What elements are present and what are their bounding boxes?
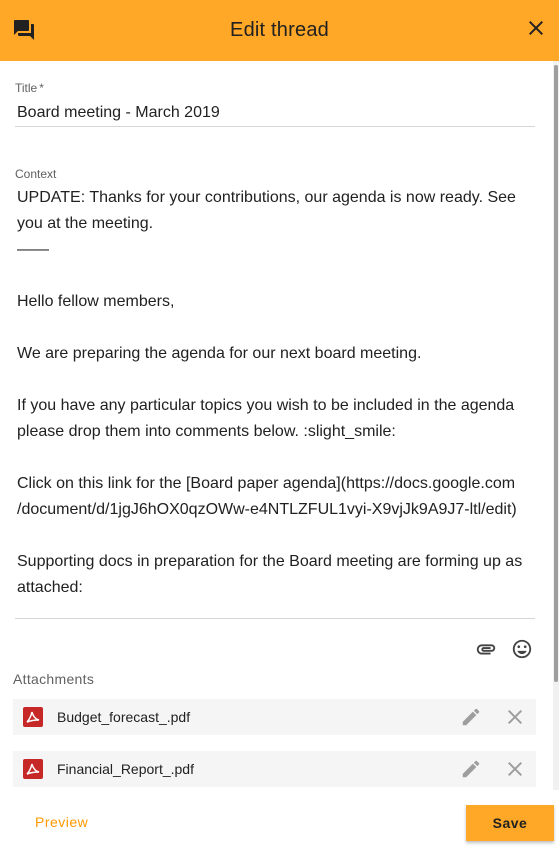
context-line: Supporting docs in preparation for the B…	[17, 553, 523, 570]
pdf-icon	[23, 707, 43, 727]
paperclip-icon[interactable]	[474, 637, 498, 661]
context-label: Context	[15, 167, 57, 181]
close-button[interactable]	[522, 16, 550, 44]
context-line: Click on this link for the [Board paper …	[17, 475, 516, 492]
context-line	[17, 523, 535, 549]
title-label-text: Title	[15, 81, 38, 95]
attachment-name: Budget_forecast_.pdf	[57, 709, 191, 725]
context-line: please drop them into comments below. :s…	[17, 423, 396, 440]
close-icon	[524, 16, 548, 45]
emoji-icon[interactable]	[510, 637, 534, 661]
edit-icon[interactable]	[460, 706, 482, 728]
context-line: you at the meeting.	[17, 215, 154, 232]
dialog-header: Edit thread	[0, 0, 559, 61]
context-line	[17, 367, 535, 393]
context-line: ——	[17, 241, 49, 258]
forum-icon	[12, 18, 36, 42]
dialog-footer: Preview Save	[0, 790, 559, 850]
title-input[interactable]	[15, 99, 535, 127]
context-line: Hello fellow members,	[17, 293, 175, 310]
remove-icon[interactable]	[503, 705, 527, 729]
context-line	[17, 263, 535, 289]
remove-icon[interactable]	[503, 757, 527, 781]
attachment-item[interactable]: Financial_Report_.pdf	[13, 751, 536, 787]
edit-icon[interactable]	[460, 758, 482, 780]
context-textarea[interactable]: UPDATE: Thanks for your contributions, o…	[15, 185, 535, 619]
context-line: /document/d/1jgJ6hOX0qzOWw-e4NTLZFUL1vyi…	[17, 501, 517, 518]
context-line: attached:	[17, 579, 83, 596]
attachment-item[interactable]: Budget_forecast_.pdf	[13, 699, 536, 735]
preview-button[interactable]: Preview	[21, 804, 102, 840]
scrollbar-thumb[interactable]	[554, 65, 558, 682]
dialog-title: Edit thread	[230, 19, 329, 41]
context-line: We are preparing the agenda for our next…	[17, 345, 422, 362]
context-line	[17, 445, 535, 471]
required-mark: *	[39, 81, 44, 95]
pdf-icon	[23, 759, 43, 779]
scrollbar-track[interactable]	[553, 61, 559, 790]
form-scroll-area[interactable]: Title* Context UPDATE: Thanks for your c…	[0, 61, 559, 790]
save-button[interactable]: Save	[466, 805, 554, 841]
title-label: Title *	[15, 81, 44, 95]
context-line	[17, 315, 535, 341]
context-line: If you have any particular topics you wi…	[17, 397, 515, 414]
attachment-name: Financial_Report_.pdf	[57, 761, 194, 777]
context-line: UPDATE: Thanks for your contributions, o…	[17, 189, 516, 206]
attachments-label: Attachments	[13, 671, 95, 687]
